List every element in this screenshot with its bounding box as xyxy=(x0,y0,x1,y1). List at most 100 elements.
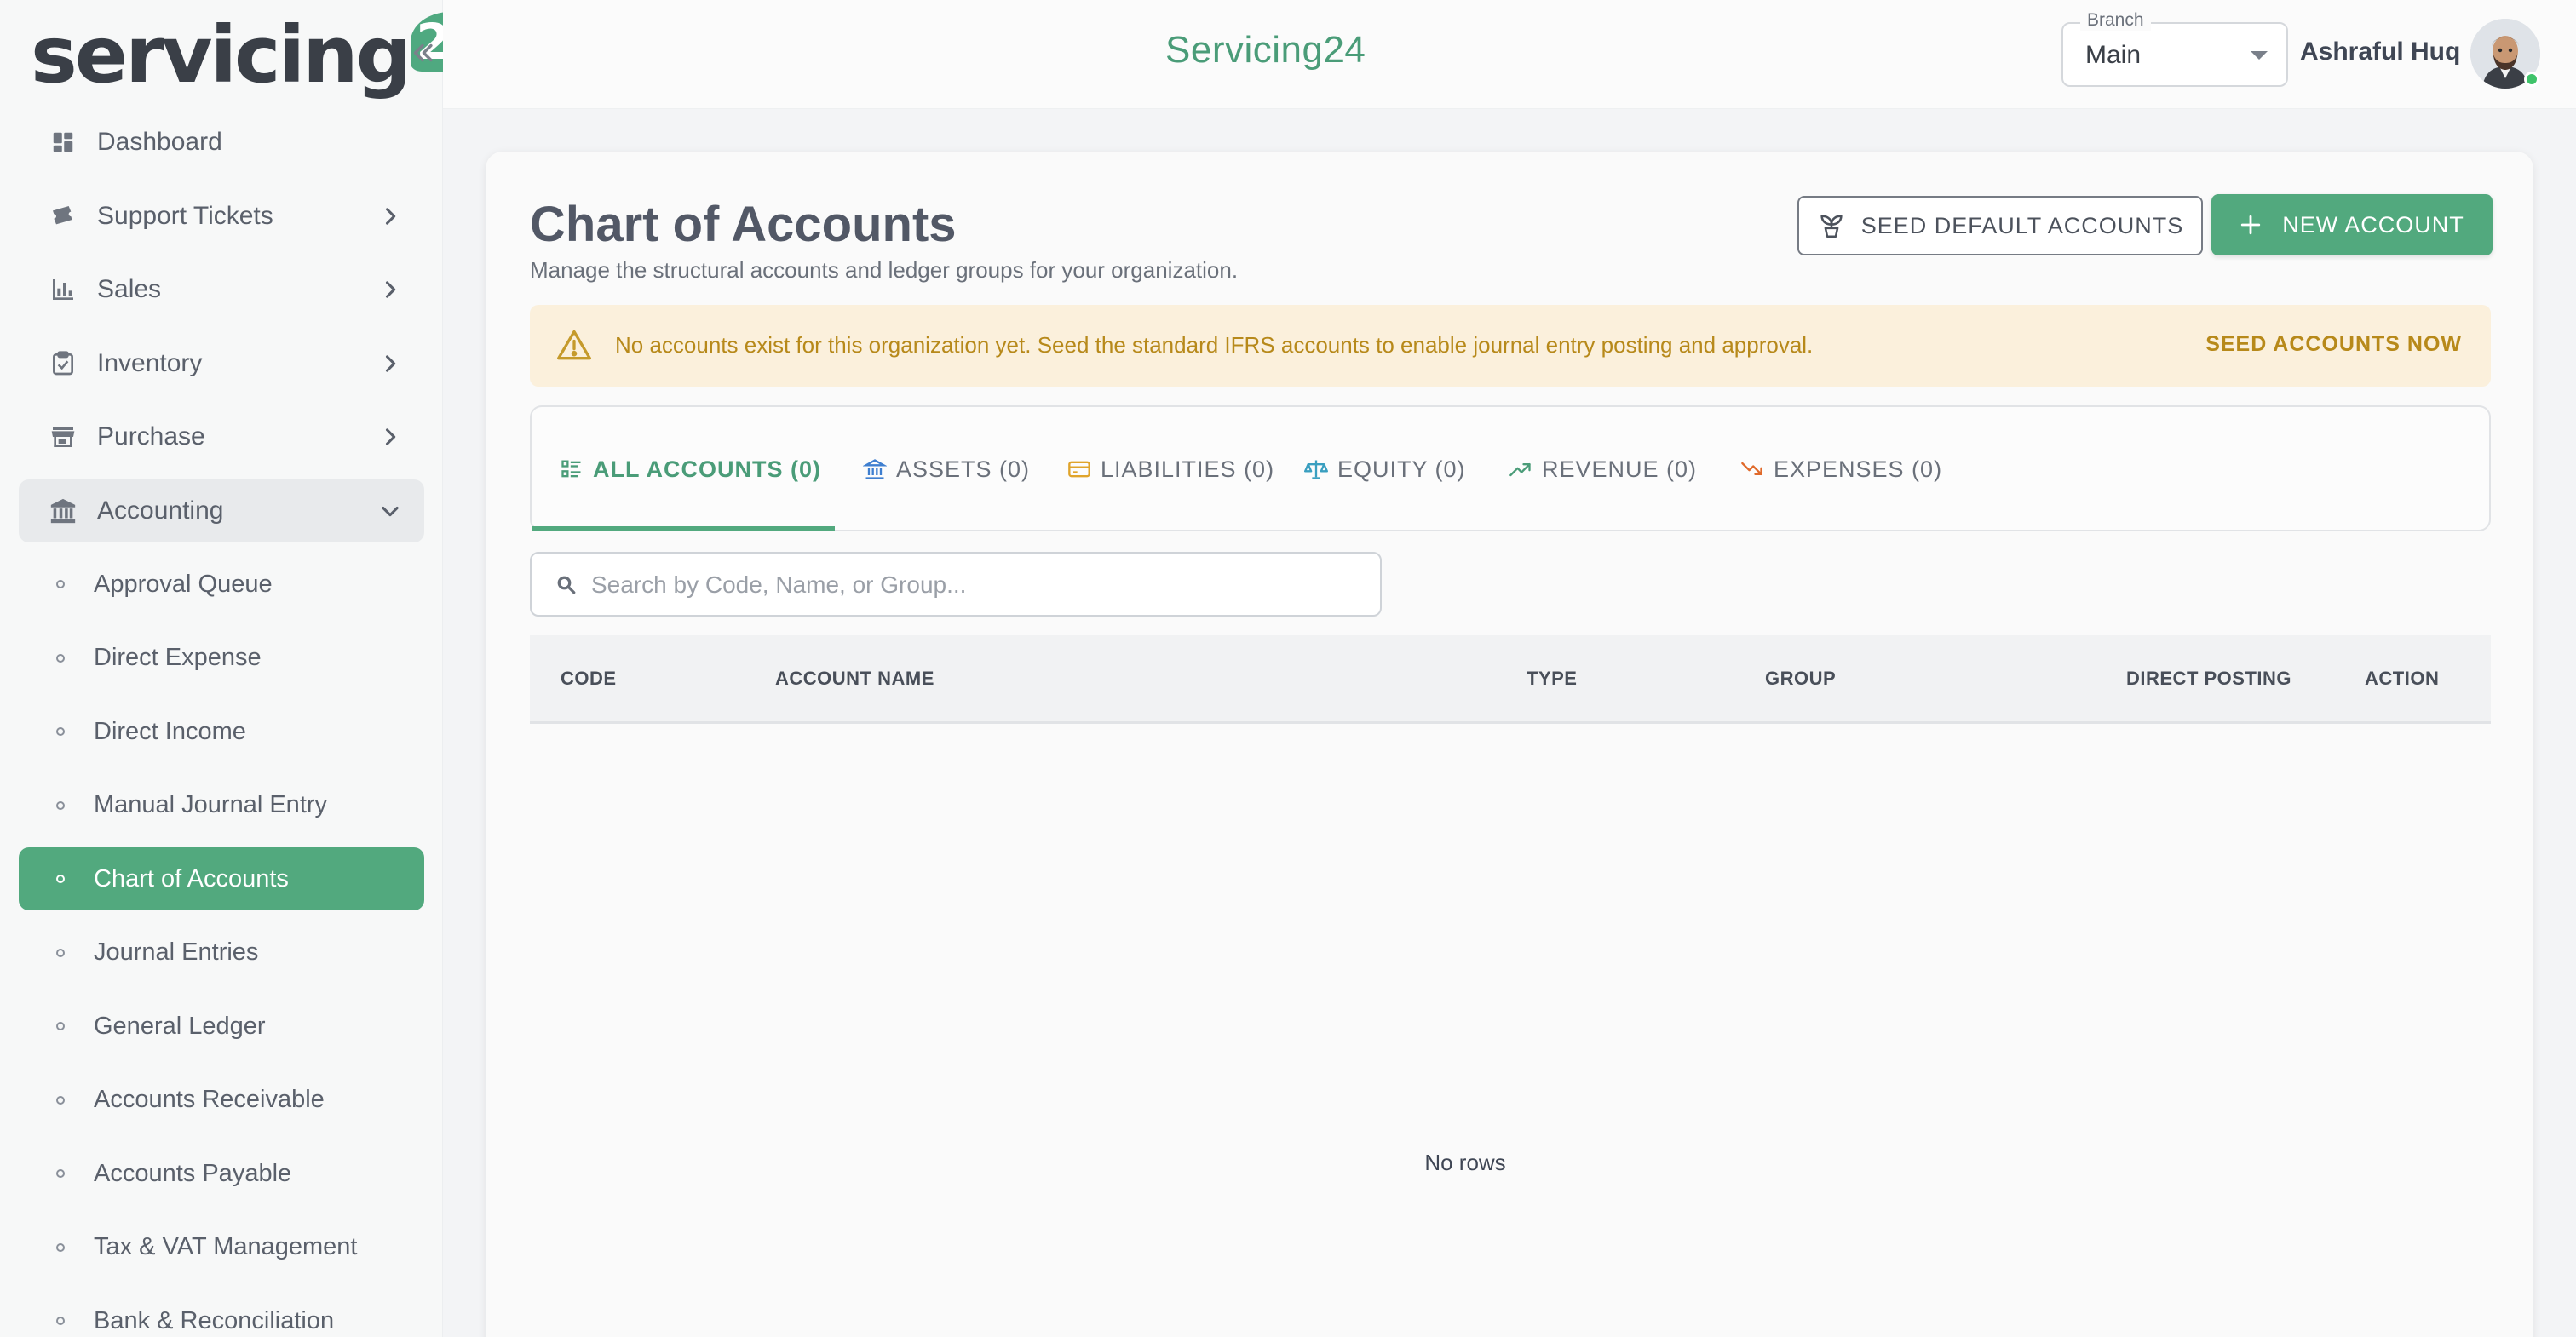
search-input[interactable] xyxy=(591,567,1358,603)
app-title: Servicing24 xyxy=(1165,29,1366,71)
chevron-down-icon xyxy=(382,506,399,516)
user-name[interactable]: Ashraful Huq xyxy=(2300,37,2460,66)
search-box xyxy=(530,552,1382,617)
column-header-code[interactable]: CODE xyxy=(561,668,617,690)
column-header-direct-posting[interactable]: DIRECT POSTING xyxy=(2126,668,2291,690)
caret-down-icon xyxy=(2251,51,2268,60)
bullet-icon xyxy=(56,1317,65,1325)
sidebar-item-label: Sales xyxy=(97,275,162,303)
sidebar-item-sales[interactable]: Sales xyxy=(19,258,424,321)
chevron-right-icon xyxy=(385,281,396,298)
page-title: Chart of Accounts xyxy=(530,197,957,252)
column-header-type[interactable]: TYPE xyxy=(1527,668,1577,690)
chevron-right-icon xyxy=(385,207,396,225)
collapse-sidebar-button[interactable] xyxy=(404,34,441,72)
seed-default-accounts-button[interactable]: SEED DEFAULT ACCOUNTS xyxy=(1797,196,2203,255)
sidebar-subitem-label: Accounts Receivable xyxy=(94,1086,325,1113)
sidebar-subitem-manual-journal-entry[interactable]: Manual Journal Entry xyxy=(19,774,424,837)
bullet-icon xyxy=(56,580,65,588)
chevron-right-icon xyxy=(385,428,396,445)
sidebar-subitem-chart-of-accounts[interactable]: Chart of Accounts xyxy=(19,847,424,910)
sidebar-subitem-accounts-receivable[interactable]: Accounts Receivable xyxy=(19,1069,424,1132)
sidebar-subitem-general-ledger[interactable]: General Ledger xyxy=(19,995,424,1058)
sidebar-subitem-bank-reconciliation[interactable]: Bank & Reconciliation xyxy=(19,1289,424,1337)
sidebar-subitem-direct-income[interactable]: Direct Income xyxy=(19,700,424,763)
tab-label: REVENUE (0) xyxy=(1542,456,1698,482)
tab-label: ALL ACCOUNTS (0) xyxy=(593,456,821,482)
ticket-icon xyxy=(44,198,82,235)
bullet-icon xyxy=(56,1169,65,1178)
chevron-right-icon xyxy=(385,354,396,372)
table-header: CODE ACCOUNT NAME TYPE GROUP DIRECT POST… xyxy=(530,635,2491,724)
sidebar-subitem-tax-vat[interactable]: Tax & VAT Management xyxy=(19,1216,424,1279)
tab-liabilities[interactable]: LIABILITIES (0) xyxy=(1067,407,1274,531)
trend-up-icon xyxy=(1508,456,1533,482)
tab-assets[interactable]: ASSETS (0) xyxy=(862,407,1030,531)
sidebar-subitem-label: Bank & Reconciliation xyxy=(94,1306,335,1334)
bullet-icon xyxy=(56,875,65,883)
sidebar-item-label: Inventory xyxy=(97,348,203,377)
account-type-tabs: ALL ACCOUNTS (0) ASSETS (0) LIABILITIES … xyxy=(530,405,2491,531)
tab-label: LIABILITIES (0) xyxy=(1101,456,1275,482)
sidebar: servicing 24 Dashboard Support Tickets S… xyxy=(0,0,491,1337)
scale-icon xyxy=(1303,456,1329,482)
sidebar-item-label: Support Tickets xyxy=(97,201,273,230)
plus-icon xyxy=(2241,215,2261,235)
sidebar-item-dashboard[interactable]: Dashboard xyxy=(19,111,424,174)
sidebar-subitem-journal-entries[interactable]: Journal Entries xyxy=(19,921,424,984)
warning-icon xyxy=(557,330,591,360)
branch-label: Branch xyxy=(2080,10,2151,31)
alert-message: No accounts exist for this organization … xyxy=(615,332,1814,358)
sprout-icon xyxy=(1820,215,1843,238)
sidebar-subitem-label: Approval Queue xyxy=(94,570,273,598)
double-chevron-left-icon xyxy=(413,43,433,62)
sidebar-item-support-tickets[interactable]: Support Tickets xyxy=(19,185,424,248)
sidebar-subitem-label: Tax & VAT Management xyxy=(94,1233,358,1260)
sidebar-subitem-label: General Ledger xyxy=(94,1012,266,1040)
bullet-icon xyxy=(56,1095,65,1105)
seed-accounts-now-button[interactable]: SEED ACCOUNTS NOW xyxy=(2205,332,2462,357)
sidebar-subitem-label: Accounts Payable xyxy=(94,1159,292,1187)
sidebar-item-label: Accounting xyxy=(97,496,224,525)
sidebar-subitem-direct-expense[interactable]: Direct Expense xyxy=(19,627,424,690)
sidebar-item-inventory[interactable]: Inventory xyxy=(19,332,424,395)
active-tab-indicator xyxy=(532,526,835,531)
sidebar-subitem-label: Direct Income xyxy=(94,717,246,745)
column-header-group[interactable]: GROUP xyxy=(1765,668,1836,690)
card-icon xyxy=(1067,456,1092,482)
store-icon xyxy=(44,418,82,456)
sidebar-item-purchase[interactable]: Purchase xyxy=(19,405,424,468)
sidebar-subitem-label: Manual Journal Entry xyxy=(94,791,328,818)
sidebar-nav: Dashboard Support Tickets Sales Inventor… xyxy=(19,111,424,1337)
sidebar-item-label: Dashboard xyxy=(97,128,222,156)
online-status-badge xyxy=(2524,72,2539,87)
new-button-label: NEW ACCOUNT xyxy=(2282,211,2464,238)
list-icon xyxy=(559,456,584,482)
tab-label: EXPENSES (0) xyxy=(1774,456,1943,482)
seed-button-label: SEED DEFAULT ACCOUNTS xyxy=(1860,212,2184,238)
sidebar-item-label: Purchase xyxy=(97,422,205,450)
bullet-icon xyxy=(56,727,65,736)
branch-select[interactable]: Branch Main xyxy=(2061,10,2288,87)
sidebar-subitem-accounts-payable[interactable]: Accounts Payable xyxy=(19,1142,424,1205)
tab-equity[interactable]: EQUITY (0) xyxy=(1303,407,1466,531)
bullet-icon xyxy=(56,800,65,810)
tab-expenses[interactable]: EXPENSES (0) xyxy=(1739,407,1942,531)
empty-table-message: No rows xyxy=(1424,1150,1506,1175)
new-account-button[interactable]: NEW ACCOUNT xyxy=(2211,194,2493,255)
top-bar: Servicing24 Branch Main Ashraful Huq xyxy=(443,0,2576,109)
warning-alert: No accounts exist for this organization … xyxy=(530,305,2491,387)
sidebar-subitem-approval-queue[interactable]: Approval Queue xyxy=(19,553,424,616)
column-header-action[interactable]: ACTION xyxy=(2365,668,2439,690)
sidebar-item-accounting[interactable]: Accounting xyxy=(19,479,424,542)
search-icon xyxy=(557,576,576,594)
trend-down-icon xyxy=(1739,456,1765,482)
bar-chart-icon xyxy=(44,271,82,308)
tab-all-accounts[interactable]: ALL ACCOUNTS (0) xyxy=(559,407,821,531)
bank-icon xyxy=(44,492,82,530)
bullet-icon xyxy=(56,653,65,663)
tab-label: ASSETS (0) xyxy=(896,456,1031,482)
tab-revenue[interactable]: REVENUE (0) xyxy=(1508,407,1697,531)
page-subtitle: Manage the structural accounts and ledge… xyxy=(530,257,1239,283)
column-header-account-name[interactable]: ACCOUNT NAME xyxy=(775,668,934,690)
